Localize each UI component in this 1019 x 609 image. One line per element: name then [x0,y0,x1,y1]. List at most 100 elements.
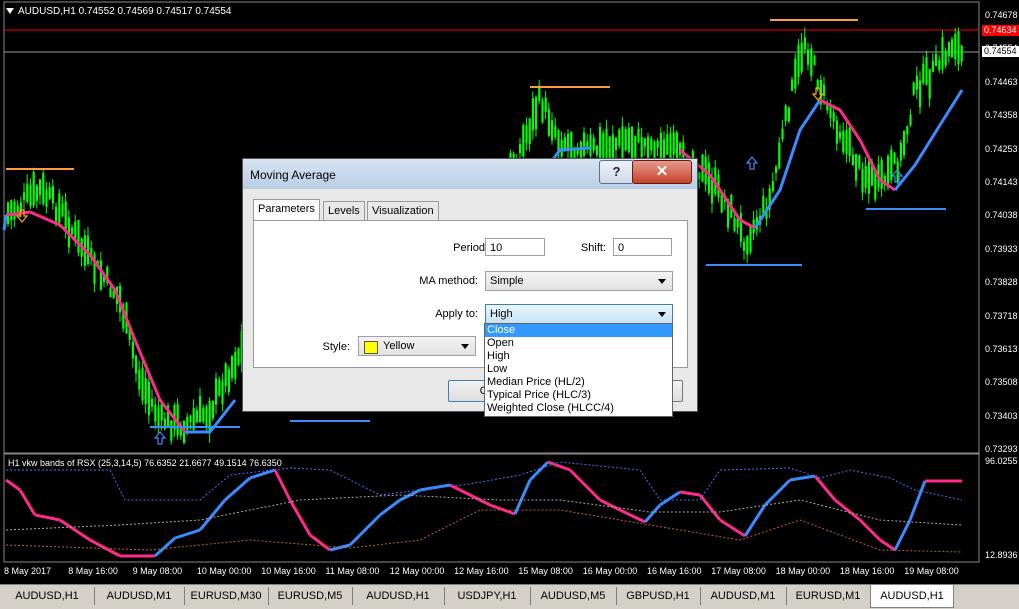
rsx-line [224,476,251,502]
dropdown-option[interactable]: Low [485,363,672,376]
chart-tab[interactable]: EURUSD,M1 [786,587,871,605]
dropdown-option[interactable]: Close [485,324,672,337]
rsx-line [813,475,837,501]
candle-body [957,31,960,65]
candle-body [835,120,838,144]
candle-body [218,379,221,396]
candle-body [928,68,931,99]
candle-body [525,125,528,143]
rsx-line [879,538,896,552]
rsx-line [469,493,491,507]
candle-body [87,235,90,265]
chart-tab[interactable]: AUDUSD,H1 [870,585,954,608]
candle-body [32,172,35,206]
candle-body [99,260,102,290]
candle-body [781,128,784,140]
chevron-down-icon [658,312,666,317]
chart-tab[interactable]: GBPUSD,H1 [616,587,701,605]
price-tick: 0.73718 [985,310,1018,321]
chart-tab[interactable]: AUDUSD,M1 [700,587,787,605]
candle-body [672,132,675,155]
candle-body [861,168,864,193]
price-tick: 0.73508 [985,377,1018,388]
candle-body [234,352,237,379]
style-color-value: Yellow [383,340,415,352]
candle-body [906,126,909,135]
candle-body [858,155,861,168]
period-input[interactable]: 10 [485,238,545,256]
indicator-label: H1 vkw bands of RSX (25,3,14,5) 76.6352 … [8,458,282,468]
candle-body [138,369,141,390]
rsx-line [698,494,722,521]
candle-body [855,154,858,181]
chart-tab[interactable]: EURUSD,M5 [268,587,353,605]
dropdown-option[interactable]: Median Price (HL/2) [485,376,672,389]
dialog-titlebar[interactable]: Moving Average ? ✕ [243,159,697,189]
candle-body [624,129,627,151]
candle-body [595,145,598,156]
candle-body [922,63,925,84]
price-tag-red: 0.74634 [982,25,1019,36]
chart-tab[interactable]: AUDUSD,M1 [94,587,185,605]
rsx-line [599,498,621,512]
chart-tab[interactable]: EURUSD,M30 [184,587,269,605]
price-tick: 0.74253 [985,143,1018,154]
rsx-line [679,490,701,497]
tab-levels[interactable]: Levels [323,201,365,220]
dropdown-option[interactable]: Open [485,337,672,350]
rsx-line [893,519,912,551]
rsx-line [399,488,421,502]
candle-body [23,192,26,200]
chart-tab[interactable]: USDJPY,H1 [444,587,531,605]
close-button[interactable]: ✕ [632,160,692,184]
apply-to-label: Apply to: [435,308,478,320]
candle-body [749,225,752,253]
candle-body [157,407,160,427]
color-swatch [364,341,378,354]
candle-body [551,120,554,141]
apply-to-select[interactable]: High [485,304,673,324]
candle-body [519,143,522,154]
chart-tab[interactable]: AUDUSD,M5 [530,587,617,605]
help-button[interactable]: ? [599,160,634,184]
ma-method-value: Simple [490,275,524,287]
style-color-select[interactable]: Yellow [358,336,476,356]
candle-body [35,185,38,201]
price-tick: 0.73403 [985,410,1018,421]
ma-method-select[interactable]: Simple [485,271,673,291]
chart-menu-triangle-icon[interactable] [6,8,14,15]
dropdown-option[interactable]: Typical Price (HLC/3) [485,389,672,402]
price-tick: 0.73828 [985,277,1018,288]
tab-visualization[interactable]: Visualization [367,201,439,220]
candle-body [743,241,746,251]
candle-body [803,37,806,50]
dropdown-option[interactable]: Weighted Close (HLCC/4) [485,402,672,415]
chart-tab[interactable]: AUDUSD,H1 [352,587,445,605]
candle-body [208,400,211,434]
candle-body [583,132,586,156]
shift-input[interactable]: 0 [613,238,672,256]
candle-body [522,124,525,157]
rsx-line [288,499,312,536]
rsx-line [659,490,681,507]
rsx-line [719,518,746,538]
time-tick: 8 May 2017 [4,566,52,576]
candle-body [541,100,544,123]
candle-body [237,348,240,365]
rsx-line [273,469,292,501]
ma-line-blue [2,214,8,231]
time-tick: 12 May 16:00 [454,566,509,576]
candle-body [13,201,16,220]
dropdown-option[interactable]: High [485,350,672,363]
candle-body [560,139,563,157]
candle-body [941,37,944,70]
tab-parameters[interactable]: Parameters [253,199,320,221]
candle-body [231,356,234,378]
candle-body [650,138,653,151]
price-tick: 0.74358 [985,110,1018,121]
chart-tab[interactable]: AUDUSD,H1 [0,587,95,605]
candle-body [221,381,224,405]
candle-body [746,235,749,255]
apply-to-dropdown-list: Close Open High Low Median Price (HL/2) Typic… [484,323,673,417]
candle-body [528,118,531,145]
